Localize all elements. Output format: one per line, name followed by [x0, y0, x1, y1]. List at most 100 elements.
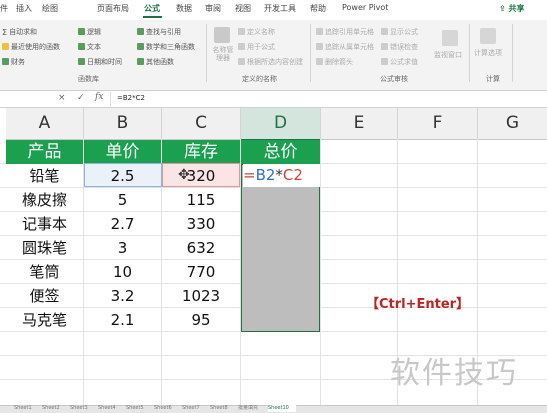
table-row-4-price[interactable]: 3: [84, 236, 161, 260]
table-row-6-product[interactable]: 便签: [6, 284, 83, 308]
lookup-label: 查找与引用: [146, 28, 181, 36]
formula-operator: *: [275, 166, 283, 184]
text-button[interactable]: 文本: [78, 42, 101, 52]
formula-input[interactable]: =B2*C2: [117, 94, 145, 102]
table-row-3-product[interactable]: 记事本: [6, 212, 83, 236]
menu-power-pivot[interactable]: Power Pivot: [342, 3, 388, 12]
share-button[interactable]: ⇪ 共享: [499, 3, 531, 17]
table-row-2-price[interactable]: 5: [84, 188, 161, 212]
table-header-price[interactable]: 单价: [84, 140, 161, 164]
sheet-tab-6[interactable]: Sheet6: [154, 405, 180, 412]
menu-draw[interactable]: 绘图: [42, 3, 58, 14]
sheet-tab-8[interactable]: Sheet8: [210, 405, 236, 412]
logical-button[interactable]: 逻辑: [78, 27, 101, 37]
column-header-f[interactable]: F: [398, 108, 478, 140]
create-from-selection-button[interactable]: 根据所选内容创建: [238, 57, 303, 67]
table-row-2-stock[interactable]: 115: [162, 188, 240, 212]
menu-page-layout[interactable]: 页面布局: [97, 3, 129, 14]
lookup-button[interactable]: 查找与引用: [137, 27, 181, 37]
trace-dependents-button[interactable]: 追踪从属单元格: [316, 42, 374, 52]
sheet-tab-4[interactable]: Sheet4: [98, 405, 124, 412]
table-row-4-product[interactable]: 圆珠笔: [6, 236, 83, 260]
move-cursor-icon: ✥: [178, 167, 190, 183]
table-header-stock[interactable]: 库存: [162, 140, 240, 164]
grid-icon: [238, 58, 245, 65]
sheet-tab-10[interactable]: Sheet10: [268, 405, 296, 412]
table-header-product[interactable]: 产品: [6, 140, 83, 164]
menu-review[interactable]: 审阅: [205, 3, 221, 14]
formula-icon: [381, 28, 388, 35]
active-cell-editor[interactable]: =B2*C2: [243, 164, 320, 187]
column-header-e[interactable]: E: [321, 108, 398, 140]
sheet-tab-1[interactable]: Sheet1: [14, 405, 40, 412]
table-row-1-stock[interactable]: 320: [162, 164, 240, 188]
trace-dependents-label: 追踪从属单元格: [325, 43, 374, 51]
gridline: [320, 139, 321, 405]
menu-help[interactable]: 帮助: [310, 3, 326, 14]
remove-arrows-button[interactable]: 删除箭头: [316, 57, 353, 67]
autosum-button[interactable]: Σ 自动求和: [2, 27, 37, 37]
trace-precedents-button[interactable]: 追踪引用单元格: [316, 27, 374, 37]
book-icon: [78, 43, 85, 50]
define-name-button[interactable]: 定义名称: [238, 27, 275, 37]
math-label: 数学和三角函数: [146, 43, 195, 51]
menu-file[interactable]: 件: [0, 3, 8, 14]
menu-developer[interactable]: 开发工具: [264, 3, 296, 14]
table-row-5-product[interactable]: 笔筒: [6, 260, 83, 284]
table-row-5-stock[interactable]: 770: [162, 260, 240, 284]
table-row-1-product[interactable]: 铅笔: [6, 164, 83, 188]
column-header-g[interactable]: G: [478, 108, 547, 140]
error-checking-button[interactable]: 错误检查: [381, 42, 418, 52]
group-label-defined-names: 定义的名称: [242, 75, 277, 83]
table-row-3-price[interactable]: 2.7: [84, 212, 161, 236]
use-in-formula-button[interactable]: 用于公式: [238, 42, 275, 52]
insert-function-icon[interactable]: fx: [95, 92, 103, 102]
financial-button[interactable]: 财务: [2, 57, 25, 67]
table-row-5-price[interactable]: 10: [84, 260, 161, 284]
watch-window-icon: [442, 30, 458, 46]
table-header-total[interactable]: 总价: [241, 140, 320, 164]
sheet-tab-3[interactable]: Sheet3: [70, 405, 96, 412]
fx-icon: [238, 43, 245, 50]
define-name-label: 定义名称: [247, 28, 275, 36]
table-row-3-stock[interactable]: 330: [162, 212, 240, 236]
more-functions-button[interactable]: 其他函数: [137, 57, 174, 67]
table-row-6-stock[interactable]: 1023: [162, 284, 240, 308]
sheet-tab-2[interactable]: Sheet2: [42, 405, 68, 412]
math-button[interactable]: 数学和三角函数: [137, 42, 195, 52]
table-row-1-price[interactable]: 2.5: [84, 164, 161, 188]
cancel-icon[interactable]: ×: [58, 93, 66, 103]
watermark-text: 软件技巧: [390, 356, 518, 391]
book-icon: [78, 28, 85, 35]
trace-arrow-icon: [316, 28, 323, 35]
evaluate-formula-button[interactable]: 公式求值: [381, 57, 418, 67]
menu-formulas[interactable]: 公式: [144, 3, 160, 14]
sheet-tab-batch-fill[interactable]: 批量填充: [238, 405, 266, 412]
menu-insert[interactable]: 插入: [16, 3, 32, 14]
calc-options-button[interactable]: 计算选项: [474, 48, 502, 58]
table-row-6-price[interactable]: 3.2: [84, 284, 161, 308]
column-header-a[interactable]: A: [6, 108, 84, 140]
sheet-tab-5[interactable]: Sheet5: [126, 405, 152, 412]
sheet-tab-7[interactable]: Sheet7: [182, 405, 208, 412]
datetime-button[interactable]: 日期和时间: [78, 57, 122, 67]
selected-range-total[interactable]: [241, 164, 320, 332]
menu-view[interactable]: 视图: [235, 3, 251, 14]
show-formulas-button[interactable]: 显示公式: [381, 27, 418, 37]
group-label-formula-auditing: 公式审核: [380, 75, 408, 83]
table-row-7-product[interactable]: 马克笔: [6, 308, 83, 332]
use-in-formula-label: 用于公式: [247, 43, 275, 51]
column-header-b[interactable]: B: [84, 108, 162, 140]
table-row-7-stock[interactable]: 95: [162, 308, 240, 332]
recent-functions-button[interactable]: 最近使用的函数: [2, 42, 60, 52]
menu-data[interactable]: 数据: [176, 3, 192, 14]
table-row-7-price[interactable]: 2.1: [84, 308, 161, 332]
table-row-4-stock[interactable]: 632: [162, 236, 240, 260]
name-manager-button[interactable]: 名称管理器: [210, 46, 236, 62]
watch-window-button[interactable]: 监视窗口: [434, 50, 462, 60]
table-row-2-product[interactable]: 橡皮擦: [6, 188, 83, 212]
column-header-d[interactable]: D: [241, 108, 321, 141]
column-header-c[interactable]: C: [162, 108, 241, 140]
check-icon[interactable]: ✓: [77, 93, 85, 103]
ribbon-separator: [469, 24, 470, 82]
